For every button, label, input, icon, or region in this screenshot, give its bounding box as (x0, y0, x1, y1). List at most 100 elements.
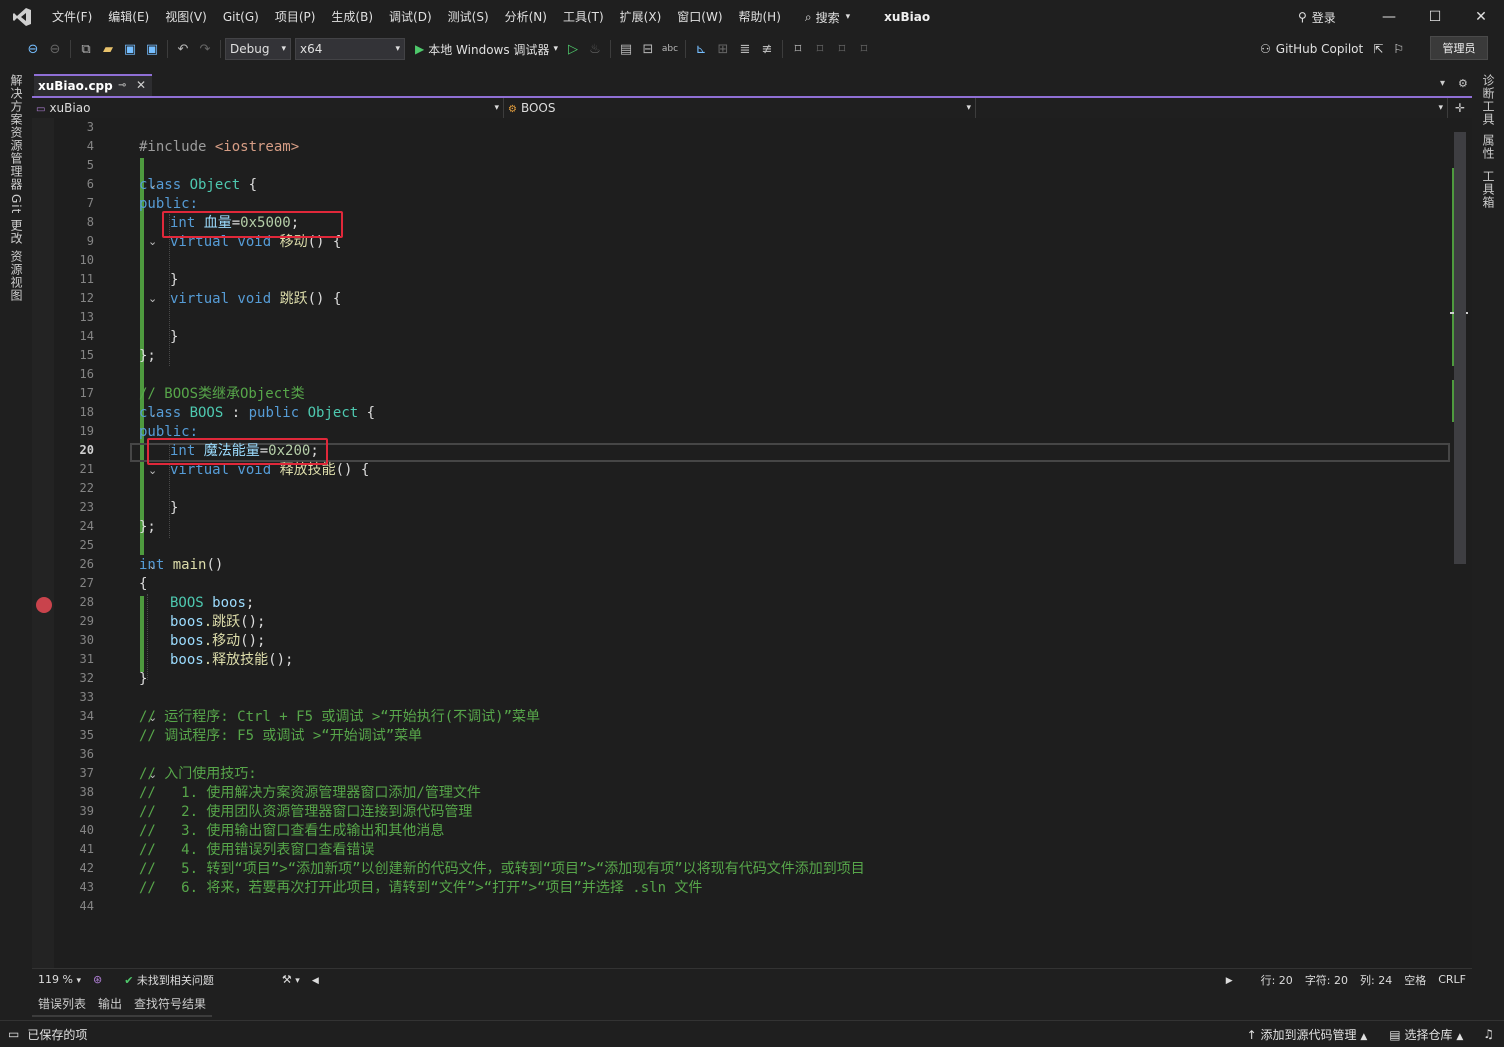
add-to-source-control-button[interactable]: ↑ 添加到源代码管理 ▲ (1247, 1026, 1368, 1043)
tab-error-list[interactable]: 错误列表 (32, 993, 93, 1017)
menu-git[interactable]: Git(G) (215, 0, 267, 34)
menu-test[interactable]: 测试(S) (440, 0, 497, 34)
code-line-27: { (139, 576, 148, 592)
start-debugging-button[interactable]: ▶ 本地 Windows 调试器 ▾ (411, 38, 562, 60)
menu-tools[interactable]: 工具(T) (555, 0, 612, 34)
uncomment-lines-icon: ≢ (761, 41, 773, 57)
save-button[interactable]: ▣ (119, 38, 141, 60)
breakpoint-icon[interactable] (36, 597, 52, 613)
issues-label: 未找到相关问题 (136, 973, 214, 987)
code-line-23: } (170, 500, 179, 516)
comment-button[interactable]: ≣ (734, 38, 756, 60)
solution-configuration-select[interactable]: Debug ▾ (225, 38, 291, 60)
glyph-margin[interactable] (32, 118, 54, 968)
start-without-debugging-button[interactable]: ▷ (562, 38, 584, 60)
maximize-button[interactable]: ☐ (1412, 0, 1458, 34)
previous-bookmark-button[interactable]: ⌑ (809, 38, 831, 60)
clear-bookmarks-button[interactable]: ⌑ (853, 38, 875, 60)
menu-extensions[interactable]: 扩展(X) (612, 0, 670, 34)
step-icon: ⊾ (695, 41, 707, 57)
check-circle-icon: ✔ (124, 973, 134, 987)
new-project-button[interactable]: ⧉ (75, 38, 97, 60)
menu-help[interactable]: 帮助(H) (731, 0, 789, 34)
scroll-left-button[interactable]: ◀ (306, 973, 325, 986)
scrollbar-thumb[interactable] (1454, 132, 1466, 564)
code-cleanup-button[interactable]: ⚒ ▾ (276, 973, 306, 986)
save-all-button[interactable]: ▣ (141, 38, 163, 60)
column-indicator[interactable]: 列: 24 (1354, 972, 1398, 988)
whitespace-indicator[interactable]: 空格 (1398, 972, 1432, 988)
member-scope-select[interactable]: ▾ (976, 98, 1448, 118)
split-editor-button[interactable]: ✛ (1448, 98, 1472, 118)
tab-xubiao-cpp[interactable]: xuBiao.cpp ⊸ ✕ (34, 74, 152, 96)
code-text-area[interactable]: #include <iostream> class Object { publi… (139, 118, 1449, 968)
line-indicator[interactable]: 行: 20 (1255, 972, 1299, 988)
menu-debug[interactable]: 调试(D) (381, 0, 440, 34)
line-ending-indicator[interactable]: CRLF (1432, 973, 1472, 986)
tab-list-dropdown[interactable]: ▾ (1440, 78, 1445, 89)
intellicode-icon[interactable]: ⊛ (87, 973, 108, 986)
tab-solution-explorer[interactable]: 解决方案资源管理器 (8, 74, 25, 191)
code-editor[interactable]: 3 4 5 6 7 8 9 10 11 12 13 14 15 16 17 18 19 20 21 22 23 24 25 2… (32, 118, 1472, 968)
menu-window[interactable]: 窗口(W) (669, 0, 730, 34)
menu-project[interactable]: 项目(P) (267, 0, 324, 34)
tab-toolbox[interactable]: 工具箱 (1480, 170, 1497, 209)
search-button[interactable]: ⌕ 搜索 ▾ (795, 0, 860, 34)
project-scope-select[interactable]: ▭ xuBiao ▾ (32, 98, 504, 118)
line-number: 31 (79, 652, 94, 666)
select-repository-button[interactable]: ▤ 选择仓库 ▲ (1389, 1026, 1463, 1043)
char-indicator[interactable]: 字符: 20 (1299, 972, 1354, 988)
status-bar: ▭ 已保存的项 ↑ 添加到源代码管理 ▲ ▤ 选择仓库 ▲ ♫ (0, 1020, 1504, 1047)
vertical-scrollbar[interactable] (1450, 118, 1472, 968)
tab-output[interactable]: 输出 (92, 993, 129, 1017)
chevron-up-icon: ▲ (1456, 1031, 1464, 1042)
type-scope-select[interactable]: ⚙ BOOS ▾ (504, 98, 976, 118)
spell-check-button[interactable]: abc (659, 38, 681, 60)
tab-diagnostic-tools[interactable]: 诊断工具 (1480, 74, 1497, 126)
navigate-forward-button[interactable]: ⊖ (44, 38, 66, 60)
chevron-down-icon: ▾ (966, 103, 971, 113)
tab-resource-view[interactable]: 资源视图 (8, 250, 25, 302)
undo-button[interactable]: ↶ (172, 38, 194, 60)
redo-button[interactable]: ↷ (194, 38, 216, 60)
minimize-button[interactable]: — (1366, 0, 1412, 34)
close-window-button[interactable]: ✕ (1458, 0, 1504, 34)
github-copilot-button[interactable]: ⚇ GitHub Copilot ⇱ ⚐ (1260, 38, 1404, 60)
step-out-button[interactable]: ⊞ (712, 38, 734, 60)
toggle-bookmark-button[interactable]: ⌑ (787, 38, 809, 60)
notifications-button[interactable]: ♫ (1483, 1027, 1494, 1041)
sign-in-button[interactable]: ⚲ 登录 (1298, 0, 1336, 34)
share-icon: ⇱ (1373, 42, 1384, 56)
layout-button[interactable]: ⊟ (637, 38, 659, 60)
menu-build[interactable]: 生成(B) (323, 0, 381, 34)
solution-platform-select[interactable]: x64 ▾ (295, 38, 405, 60)
tab-properties[interactable]: 属性 (1480, 134, 1497, 160)
menu-edit[interactable]: 编辑(E) (100, 0, 157, 34)
forward-arrow-icon: ⊖ (49, 41, 61, 57)
line-number: 15 (79, 348, 94, 362)
menu-analyze[interactable]: 分析(N) (497, 0, 555, 34)
hot-reload-button[interactable]: ♨ (584, 38, 606, 60)
tab-settings-button[interactable]: ⚙ (1458, 77, 1468, 90)
close-tab-button[interactable]: ✕ (136, 78, 146, 92)
search-icon: ⌕ (804, 9, 812, 24)
tab-git-changes[interactable]: Git 更改 (8, 194, 25, 245)
zoom-level-select[interactable]: 119 % ▾ (32, 973, 87, 986)
step-button[interactable]: ⊾ (690, 38, 712, 60)
menu-view[interactable]: 视图(V) (157, 0, 215, 34)
next-bookmark-button[interactable]: ⌑ (831, 38, 853, 60)
solution-explorer-toolbar-button[interactable]: ▤ (615, 38, 637, 60)
issues-indicator[interactable]: ✔ 未找到相关问题 (118, 972, 220, 988)
toolbar-separator (220, 40, 221, 58)
navigate-back-button[interactable]: ⊖ (22, 38, 44, 60)
menu-file[interactable]: 文件(F) (44, 0, 100, 34)
line-number: 3 (86, 120, 94, 134)
open-file-button[interactable]: ▰ (97, 38, 119, 60)
line-number: 41 (79, 842, 94, 856)
type-scope-value: BOOS (520, 101, 556, 115)
pin-icon[interactable]: ⊸ (118, 80, 126, 91)
uncomment-button[interactable]: ≢ (756, 38, 778, 60)
tab-find-symbol-results[interactable]: 查找符号结果 (128, 993, 213, 1017)
scroll-right-button[interactable]: ▶ (1220, 973, 1239, 986)
save-icon: ▣ (123, 41, 137, 57)
